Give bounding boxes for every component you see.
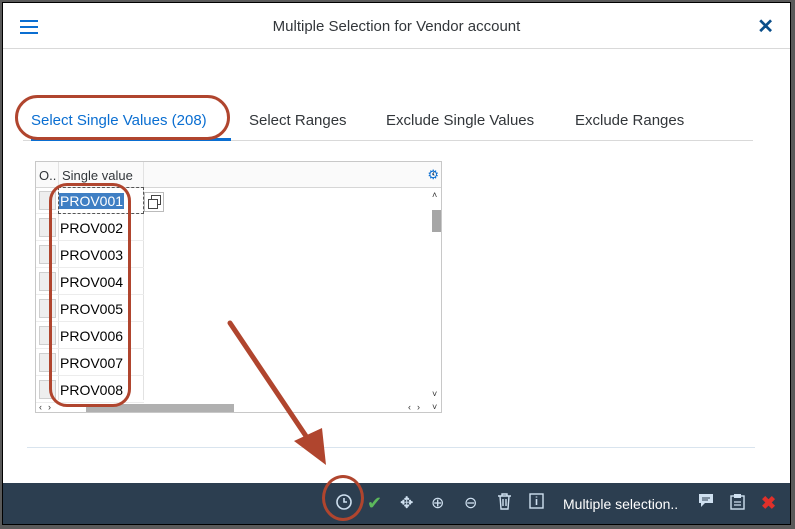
annotation-arrow: [227, 320, 326, 465]
